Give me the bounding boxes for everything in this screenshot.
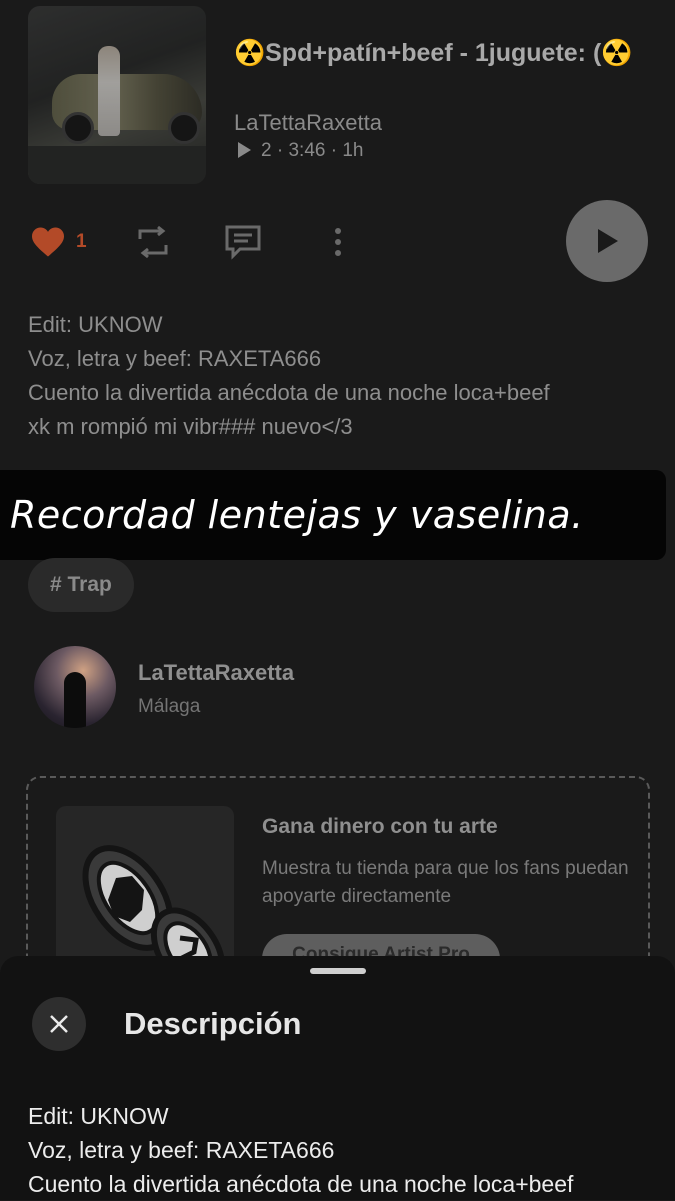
overlay-caption-text: Recordad lentejas y vaselina. — [10, 493, 584, 537]
cover-wheel-shape — [168, 112, 200, 144]
track-meta: 2 · 3:46 · 1h — [238, 140, 363, 162]
more-vertical-icon — [335, 228, 341, 256]
play-count: 2 — [261, 140, 272, 161]
track-description[interactable]: Edit: UKNOW Voz, letra y beef: RAXETA666… — [28, 308, 648, 444]
overlay-caption-banner: Recordad lentejas y vaselina. — [0, 470, 666, 560]
cover-wheel-shape — [62, 112, 94, 144]
cover-person-shape — [98, 46, 120, 136]
heart-icon — [32, 227, 64, 257]
play-count-icon — [238, 142, 251, 158]
user-avatar[interactable] — [34, 646, 116, 728]
repost-button[interactable] — [134, 222, 172, 262]
sheet-description-line: Edit: UKNOW — [28, 1103, 169, 1129]
play-icon — [598, 229, 618, 253]
track-cover-art[interactable] — [28, 6, 206, 184]
track-title: ☢️Spd+patín+beef - 1juguete: (☢️ — [234, 39, 633, 67]
track-duration: 3:46 — [288, 140, 326, 161]
close-icon — [50, 1015, 68, 1033]
play-button[interactable] — [566, 200, 648, 282]
user-name[interactable]: LaTettaRaxetta — [138, 660, 294, 686]
promo-title: Gana dinero con tu arte — [262, 815, 498, 838]
user-location: Málaga — [138, 696, 201, 717]
sheet-title: Descripción — [124, 1006, 302, 1041]
sheet-drag-handle[interactable] — [310, 968, 366, 974]
track-age: 1h — [342, 140, 364, 161]
genre-tag[interactable]: # Trap — [28, 558, 134, 612]
sheet-description-line: Cuento la divertida anécdota de una noch… — [28, 1171, 574, 1197]
track-artist[interactable]: LaTettaRaxetta — [234, 110, 382, 136]
cover-floor-shape — [28, 146, 206, 184]
meta-separator: · — [276, 140, 284, 161]
like-button[interactable]: 1 — [30, 222, 87, 262]
avatar-figure-shape — [64, 672, 86, 728]
close-sheet-button[interactable] — [32, 997, 86, 1051]
meta-separator: · — [330, 140, 338, 161]
sheet-description-line: Voz, letra y beef: RAXETA666 — [28, 1137, 335, 1163]
description-line: xk m rompió mi vibr### nuevo</3 — [28, 414, 353, 439]
repost-icon — [138, 225, 168, 259]
like-count: 1 — [76, 231, 87, 252]
comment-icon — [225, 225, 261, 260]
comment-button[interactable] — [224, 222, 262, 262]
description-line: Voz, letra y beef: RAXETA666 — [28, 346, 322, 371]
promo-text: Muestra tu tienda para que los fans pued… — [262, 858, 629, 907]
description-line: Edit: UKNOW — [28, 312, 163, 337]
sheet-description: Edit: UKNOW Voz, letra y beef: RAXETA666… — [28, 1099, 668, 1201]
description-line: Cuento la divertida anécdota de una noch… — [28, 380, 550, 405]
more-options-button[interactable] — [330, 222, 346, 262]
